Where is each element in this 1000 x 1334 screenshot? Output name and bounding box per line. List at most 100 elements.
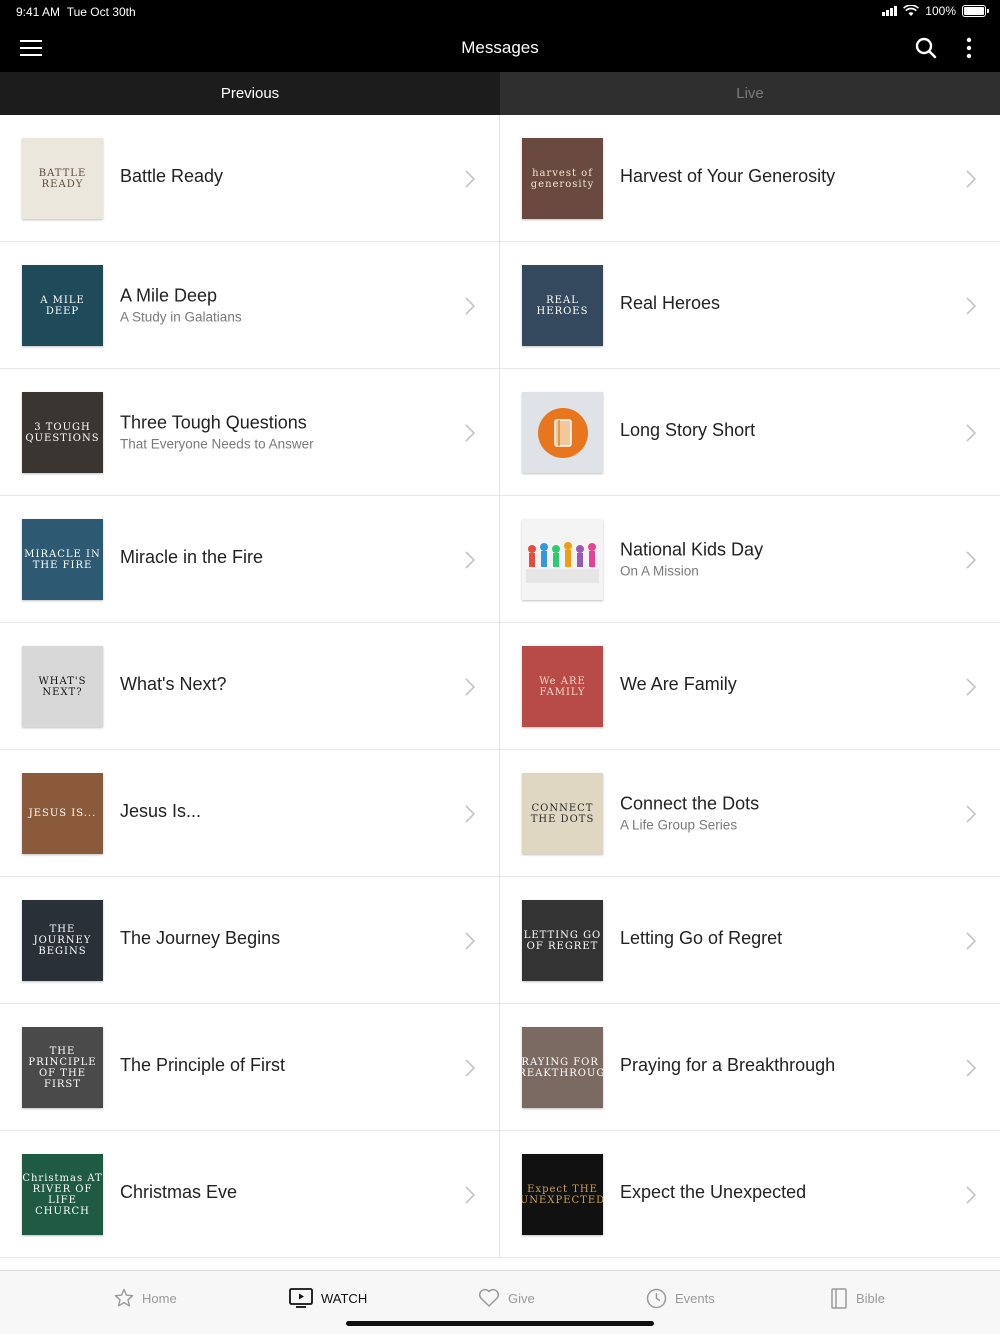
page-title: Messages xyxy=(461,38,539,57)
clock-icon xyxy=(646,1288,667,1308)
tab-home[interactable]: Home xyxy=(114,1285,177,1311)
chevron-right-icon xyxy=(465,805,475,823)
status-clock: 9:41 AM xyxy=(16,5,61,19)
message-thumbnail xyxy=(522,519,603,600)
message-item[interactable]: A MILE DEEP A Mile Deep A Study in Galat… xyxy=(0,242,499,369)
message-item[interactable]: THE PRINCIPLE OF THE FIRST The Principle… xyxy=(0,1004,499,1131)
thumbnail-text: A MILE DEEP xyxy=(40,294,85,317)
thumbnail-text: JESUS IS... xyxy=(28,808,97,819)
message-title: What's Next? xyxy=(120,674,227,694)
message-item[interactable]: BATTLE READY Battle Ready xyxy=(0,115,499,242)
tab-watch-label: WATCH xyxy=(321,1290,368,1306)
message-text: Long Story Short xyxy=(620,420,960,444)
messages-list-right: harvest of generosity Harvest of Your Ge… xyxy=(500,115,1000,1258)
message-thumbnail: harvest of generosity xyxy=(522,138,603,219)
chevron-right-icon xyxy=(465,1059,475,1077)
message-title: Three Tough Questions xyxy=(120,412,307,433)
chevron-right-icon xyxy=(966,678,976,696)
message-text: A Mile Deep A Study in Galatians xyxy=(120,286,459,325)
message-thumbnail: WHAT'S NEXT? xyxy=(22,646,103,727)
chevron-right-icon xyxy=(966,932,976,950)
wifi-icon xyxy=(903,5,920,16)
message-title: Praying for a Breakthrough xyxy=(620,1055,836,1075)
message-item[interactable]: WHAT'S NEXT? What's Next? xyxy=(0,623,499,750)
message-text: Jesus Is... xyxy=(120,801,459,825)
message-thumbnail: THE PRINCIPLE OF THE FIRST xyxy=(22,1027,103,1108)
message-item[interactable]: JESUS IS... Jesus Is... xyxy=(0,750,499,877)
message-item[interactable]: Expect THE UNEXPECTED Expect the Unexpec… xyxy=(500,1131,1000,1258)
message-subtitle: That Everyone Needs to Answer xyxy=(120,436,314,452)
nav-bar: Messages xyxy=(0,24,1000,72)
message-text: Real Heroes xyxy=(620,293,960,317)
thumbnail-text: 3 TOUGH QUESTIONS xyxy=(25,421,100,444)
message-thumbnail: REAL HEROES xyxy=(522,265,603,346)
message-thumbnail: PRAYING FOR A BREAKTHROUGH xyxy=(522,1027,603,1108)
chevron-right-icon xyxy=(966,1059,976,1077)
chevron-right-icon xyxy=(966,170,976,188)
message-title: Letting Go of Regret xyxy=(620,928,783,948)
thumbnail-text: THE JOURNEY BEGINS xyxy=(33,924,92,957)
message-title: The Principle of First xyxy=(120,1055,286,1075)
thumbnail-text: MIRACLE IN THE FIRE xyxy=(24,548,101,571)
search-button[interactable] xyxy=(914,36,938,60)
status-date: Tue Oct 30th xyxy=(66,5,136,19)
battery-percent: 100% xyxy=(925,4,956,18)
message-subtitle: A Life Group Series xyxy=(620,817,738,833)
message-text: Connect the Dots A Life Group Series xyxy=(620,794,960,833)
message-text: We Are Family xyxy=(620,674,960,698)
message-title: A Mile Deep xyxy=(120,285,218,306)
tab-home-label: Home xyxy=(142,1290,177,1306)
more-vertical-icon xyxy=(966,37,972,59)
message-thumbnail: JESUS IS... xyxy=(22,773,103,854)
message-text: Harvest of Your Generosity xyxy=(620,166,960,190)
message-item[interactable]: Christmas AT RIVER OF LIFE CHURCH Christ… xyxy=(0,1131,499,1258)
heart-icon xyxy=(478,1288,500,1307)
message-thumbnail: Christmas AT RIVER OF LIFE CHURCH xyxy=(22,1154,103,1235)
message-item[interactable]: 3 TOUGH QUESTIONS Three Tough Questions … xyxy=(0,369,499,496)
message-text: Christmas Eve xyxy=(120,1182,459,1206)
chevron-right-icon xyxy=(465,678,475,696)
message-tabs: Previous Live xyxy=(0,72,1000,115)
message-thumbnail: THE JOURNEY BEGINS xyxy=(22,900,103,981)
message-text: What's Next? xyxy=(120,674,459,698)
message-thumbnail xyxy=(522,392,603,473)
thumbnail-text: WHAT'S NEXT? xyxy=(38,675,87,698)
message-item[interactable]: THE JOURNEY BEGINS The Journey Begins xyxy=(0,877,499,1004)
message-item[interactable]: MIRACLE IN THE FIRE Miracle in the Fire xyxy=(0,496,499,623)
message-item[interactable]: Long Story Short xyxy=(500,369,1000,496)
message-item[interactable]: National Kids Day On A Mission xyxy=(500,496,1000,623)
more-options-button[interactable] xyxy=(960,36,978,60)
message-item[interactable]: CONNECT THE DOTS Connect the Dots A Life… xyxy=(500,750,1000,877)
status-time: 9:41 AM Tue Oct 30th xyxy=(16,5,136,19)
battery-icon xyxy=(962,5,989,17)
message-item[interactable]: harvest of generosity Harvest of Your Ge… xyxy=(500,115,1000,242)
chevron-right-icon xyxy=(966,551,976,569)
chevron-right-icon xyxy=(465,1186,475,1204)
tab-events[interactable]: Events xyxy=(646,1285,715,1311)
thumbnail-text: CONNECT THE DOTS xyxy=(530,802,595,825)
tab-watch[interactable]: WATCH xyxy=(289,1285,367,1311)
tab-previous[interactable]: Previous xyxy=(0,72,500,115)
tab-bible[interactable]: Bible xyxy=(830,1285,885,1311)
chevron-right-icon xyxy=(966,1186,976,1204)
chevron-right-icon xyxy=(966,297,976,315)
thumbnail-text: We ARE FAMILY xyxy=(539,675,586,698)
thumbnail-text: LETTING GO OF REGRET xyxy=(523,929,602,952)
tab-live[interactable]: Live xyxy=(500,72,1000,115)
tab-give[interactable]: Give xyxy=(478,1285,535,1311)
message-item[interactable]: LETTING GO OF REGRET Letting Go of Regre… xyxy=(500,877,1000,1004)
message-title: Expect the Unexpected xyxy=(620,1182,807,1202)
message-item[interactable]: PRAYING FOR A BREAKTHROUGH Praying for a… xyxy=(500,1004,1000,1131)
book-icon xyxy=(831,1287,847,1309)
message-thumbnail: Expect THE UNEXPECTED xyxy=(522,1154,603,1235)
message-thumbnail: A MILE DEEP xyxy=(22,265,103,346)
message-thumbnail: BATTLE READY xyxy=(22,138,103,219)
book-circle-icon xyxy=(537,407,588,458)
message-title: Real Heroes xyxy=(620,293,721,313)
message-title: Jesus Is... xyxy=(120,801,202,821)
kids-group-icon xyxy=(522,519,603,600)
message-title: The Journey Begins xyxy=(120,928,281,948)
message-thumbnail: CONNECT THE DOTS xyxy=(522,773,603,854)
message-item[interactable]: REAL HEROES Real Heroes xyxy=(500,242,1000,369)
message-item[interactable]: We ARE FAMILY We Are Family xyxy=(500,623,1000,750)
